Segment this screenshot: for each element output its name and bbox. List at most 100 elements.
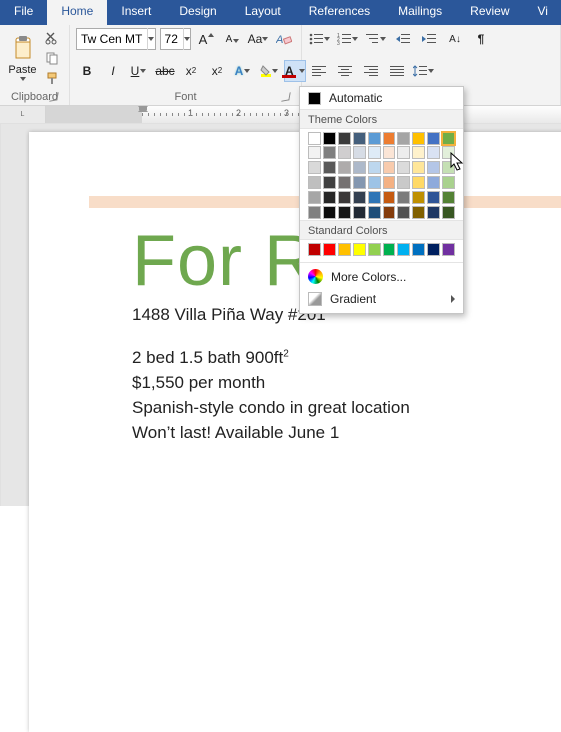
clipboard-launcher[interactable] [41, 91, 63, 103]
color-swatch[interactable] [442, 161, 455, 174]
doc-line[interactable]: Won’t last! Available June 1 [132, 422, 561, 445]
color-swatch[interactable] [442, 146, 455, 159]
color-swatch[interactable] [338, 176, 351, 189]
color-swatch[interactable] [368, 243, 381, 256]
color-swatch[interactable] [353, 132, 366, 145]
color-swatch[interactable] [323, 132, 336, 145]
color-swatch[interactable] [412, 243, 425, 256]
tab-layout[interactable]: Layout [231, 0, 295, 25]
color-swatch[interactable] [383, 243, 396, 256]
color-swatch[interactable] [383, 146, 396, 159]
color-swatch[interactable] [308, 146, 321, 159]
color-swatch[interactable] [412, 206, 425, 219]
font-name-combo[interactable] [76, 28, 156, 50]
decrease-indent-button[interactable] [392, 28, 414, 50]
highlight-button[interactable] [258, 60, 280, 82]
color-swatch[interactable] [427, 206, 440, 219]
font-launcher[interactable] [273, 91, 295, 103]
subscript-button[interactable]: x2 [180, 60, 202, 82]
color-swatch[interactable] [338, 243, 351, 256]
color-swatch[interactable] [368, 176, 381, 189]
font-size-dd[interactable] [183, 28, 190, 50]
underline-button[interactable]: U [128, 60, 150, 82]
clear-formatting-button[interactable]: A [273, 28, 295, 50]
doc-body[interactable]: 1488 Villa Piña Way #201 2 bed 1.5 bath … [132, 304, 561, 445]
change-case-button[interactable]: Aa [247, 28, 269, 50]
color-swatch[interactable] [397, 132, 410, 145]
color-swatch[interactable] [308, 161, 321, 174]
color-swatch[interactable] [323, 191, 336, 204]
color-swatch[interactable] [427, 132, 440, 145]
increase-indent-button[interactable] [418, 28, 440, 50]
tab-references[interactable]: References [295, 0, 384, 25]
color-swatch[interactable] [353, 161, 366, 174]
color-swatch[interactable] [427, 146, 440, 159]
color-swatch[interactable] [353, 191, 366, 204]
gradient-item[interactable]: Gradient [300, 288, 463, 310]
tab-view-cut[interactable]: Vi [524, 0, 561, 25]
color-swatch[interactable] [427, 191, 440, 204]
color-swatch[interactable] [338, 161, 351, 174]
color-swatch[interactable] [323, 161, 336, 174]
grow-font-button[interactable]: A [195, 28, 217, 50]
font-name-input[interactable] [77, 29, 147, 49]
color-swatch[interactable] [308, 206, 321, 219]
color-swatch[interactable] [397, 206, 410, 219]
color-swatch[interactable] [442, 132, 455, 145]
color-swatch[interactable] [397, 243, 410, 256]
doc-line[interactable]: 2 bed 1.5 bath 900ft2 [132, 347, 561, 370]
color-swatch[interactable] [353, 243, 366, 256]
color-swatch[interactable] [427, 161, 440, 174]
color-swatch[interactable] [368, 206, 381, 219]
color-swatch[interactable] [323, 243, 336, 256]
color-swatch[interactable] [442, 176, 455, 189]
vertical-ruler[interactable] [0, 124, 1, 506]
color-swatch[interactable] [383, 191, 396, 204]
color-swatch[interactable] [412, 146, 425, 159]
bold-button[interactable]: B [76, 60, 98, 82]
color-swatch[interactable] [368, 191, 381, 204]
color-swatch[interactable] [308, 191, 321, 204]
tab-review[interactable]: Review [456, 0, 523, 25]
more-colors-item[interactable]: More Colors... [300, 265, 463, 288]
color-swatch[interactable] [368, 146, 381, 159]
color-swatch[interactable] [323, 176, 336, 189]
justify-button[interactable] [386, 60, 408, 82]
color-swatch[interactable] [397, 191, 410, 204]
color-swatch[interactable] [338, 191, 351, 204]
color-swatch[interactable] [383, 206, 396, 219]
tab-file[interactable]: File [0, 0, 47, 25]
color-swatch[interactable] [397, 176, 410, 189]
tab-mailings[interactable]: Mailings [384, 0, 456, 25]
cut-button[interactable] [41, 28, 63, 48]
color-swatch[interactable] [427, 176, 440, 189]
color-swatch[interactable] [368, 132, 381, 145]
paste-button[interactable]: Paste [6, 28, 39, 86]
page[interactable]: For Rent 1488 Villa Piña Way #201 2 bed … [29, 132, 561, 732]
color-swatch[interactable] [368, 161, 381, 174]
color-swatch[interactable] [383, 176, 396, 189]
doc-line[interactable]: $1,550 per month [132, 372, 561, 395]
color-swatch[interactable] [412, 191, 425, 204]
color-swatch[interactable] [308, 132, 321, 145]
superscript-button[interactable]: x2 [206, 60, 228, 82]
color-swatch[interactable] [397, 161, 410, 174]
color-swatch[interactable] [323, 206, 336, 219]
color-swatch[interactable] [308, 243, 321, 256]
italic-button[interactable]: I [102, 60, 124, 82]
tab-design[interactable]: Design [165, 0, 230, 25]
tab-insert[interactable]: Insert [107, 0, 165, 25]
color-swatch[interactable] [412, 132, 425, 145]
color-swatch[interactable] [442, 191, 455, 204]
color-swatch[interactable] [353, 206, 366, 219]
align-center-button[interactable] [334, 60, 356, 82]
color-swatch[interactable] [353, 146, 366, 159]
shrink-font-button[interactable]: A [221, 28, 243, 50]
bullets-button[interactable] [308, 28, 332, 50]
color-swatch[interactable] [412, 161, 425, 174]
font-name-dd[interactable] [147, 28, 154, 50]
sort-button[interactable]: A↓ [444, 28, 466, 50]
color-swatch[interactable] [383, 161, 396, 174]
color-swatch[interactable] [412, 176, 425, 189]
numbering-button[interactable]: 123 [336, 28, 360, 50]
